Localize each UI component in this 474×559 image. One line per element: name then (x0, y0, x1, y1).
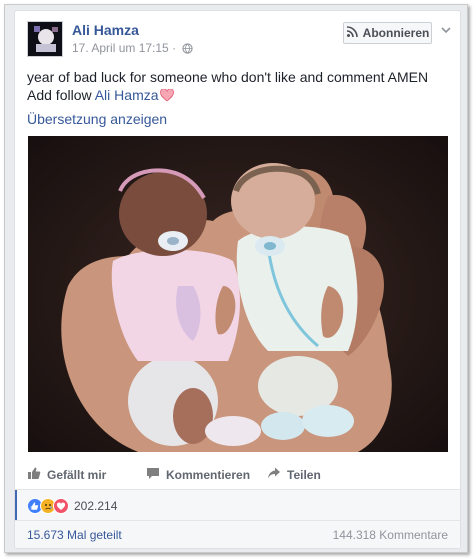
avatar-image (28, 22, 62, 56)
author-name[interactable]: Ali Hamza (72, 22, 139, 38)
share-button[interactable]: Teilen (267, 466, 321, 483)
reaction-accent-bar (15, 490, 17, 520)
share-icon (267, 466, 281, 483)
like-button[interactable]: Gefällt mir (27, 466, 106, 483)
post-card: Ali Hamza 17. April um 17:15 · Abonniere… (14, 10, 461, 549)
divider (15, 520, 460, 521)
avatar[interactable] (27, 21, 63, 57)
chevron-down-icon[interactable] (440, 23, 452, 35)
comment-icon (146, 466, 160, 483)
love-reaction-icon (53, 498, 69, 514)
reaction-summary[interactable]: 202.214 (27, 498, 117, 514)
subscribe-label: Abonnieren (362, 26, 430, 40)
heart-emoji-icon (159, 88, 174, 106)
post-text-line-2: Add follow Ali Hamza (27, 86, 447, 106)
post-text-prefix: Add follow (27, 87, 95, 103)
share-label: Teilen (287, 467, 321, 482)
post-text: year of bad luck for someone who don't l… (27, 68, 447, 106)
post-text-line-1: year of bad luck for someone who don't l… (27, 69, 429, 85)
post-photo[interactable] (28, 136, 448, 452)
action-bar: Gefällt mir Kommentieren Teilen (27, 466, 450, 486)
globe-icon[interactable] (182, 43, 194, 57)
subscribe-button[interactable]: Abonnieren (343, 22, 432, 44)
rss-icon (346, 25, 358, 41)
like-label: Gefällt mir (47, 467, 107, 482)
post-timestamp[interactable]: 17. April um 17:15 (72, 41, 169, 55)
comments-count[interactable]: 144.318 Kommentare (333, 528, 448, 542)
translate-link[interactable]: Übersetzung anzeigen (27, 111, 167, 127)
thumbs-up-icon (27, 466, 41, 483)
reactions-bar: 202.214 15.673 Mal geteilt 144.318 Komme… (15, 490, 460, 548)
post-meta: 17. April um 17:15 · (72, 41, 194, 57)
photo-two-tiny-babies-in-hand-icon (28, 136, 448, 452)
reaction-count[interactable]: 202.214 (74, 499, 117, 513)
comment-button[interactable]: Kommentieren (146, 466, 250, 483)
shares-count[interactable]: 15.673 Mal geteilt (27, 528, 122, 542)
mention-link[interactable]: Ali Hamza (95, 87, 159, 103)
comment-label: Kommentieren (166, 467, 251, 482)
